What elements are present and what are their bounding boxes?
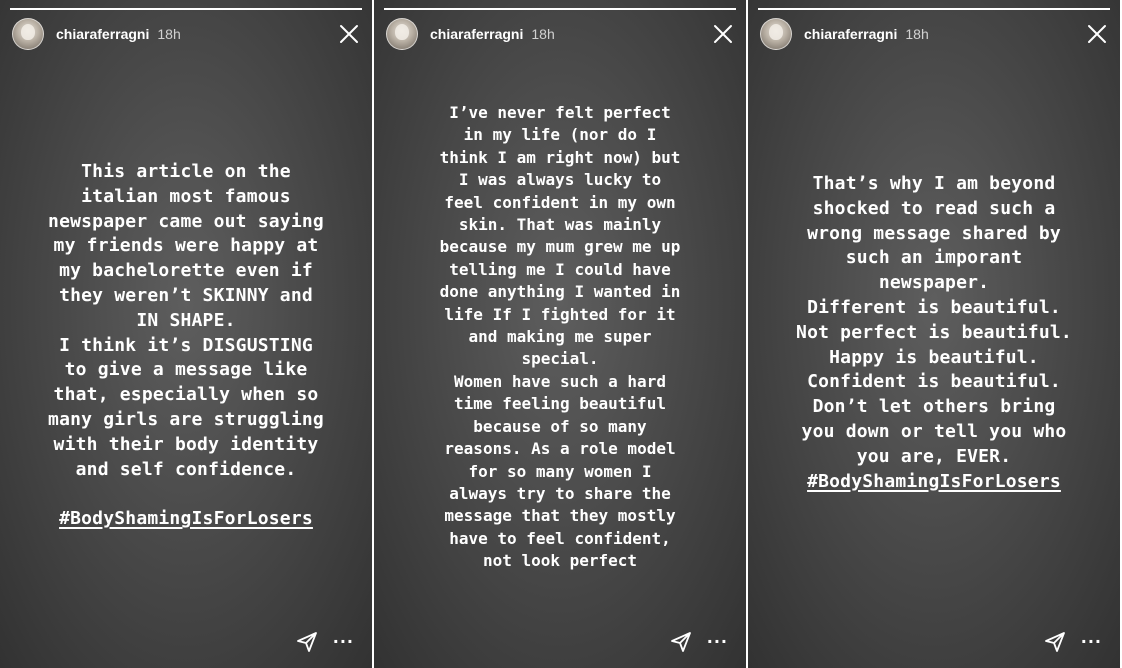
story-text-line: Don’t let others bring [812,396,1056,418]
more-options-icon[interactable]: ··· [707,634,728,650]
story-text-line: that, especially when so [53,384,319,406]
story-header: chiaraferragni 18h [760,16,1108,52]
story-text-line: shocked to read such a [812,197,1056,219]
story-text-line: IN SHAPE. [136,309,236,331]
story-text-line: have to feel confident, [449,528,671,548]
profile-avatar[interactable] [12,18,44,50]
story-text-line: life If I fighted for it [444,304,676,324]
story-timestamp: 18h [905,26,929,42]
story-progress-bar [384,8,736,10]
story-text-line: Different is beautiful. [807,296,1061,318]
story-text-line: my bachelorette even if [59,260,313,282]
story-text-line: with their body identity [53,433,319,455]
story-text-line: Not perfect is beautiful. [796,321,1072,343]
story-text-line: because my mum grew me up [439,237,681,257]
story-text: This article on the italian most famous … [0,160,372,532]
story-text-line: feel confident in my own [444,192,676,212]
story-panel-3[interactable]: chiaraferragni 18h That’s why I am beyon… [748,0,1120,668]
story-text-line: my friends were happy at [53,235,319,257]
story-progress-bar [10,8,362,10]
more-options-icon[interactable]: ··· [333,634,354,650]
profile-avatar[interactable] [760,18,792,50]
paper-plane-send-icon[interactable] [669,630,693,654]
story-text-line: and self confidence. [75,458,297,480]
story-text-line: I’ve never felt perfect [449,103,671,122]
story-text-line: newspaper came out saying [48,210,324,232]
story-username[interactable]: chiaraferragni [56,26,149,42]
story-timestamp: 18h [531,26,555,42]
story-footer: ··· [669,630,728,654]
story-text-line: telling me I could have [449,259,671,279]
story-text-line: time feeling beautiful [454,394,666,414]
close-icon[interactable] [338,23,360,45]
story-text-line: you are, EVER. [856,445,1012,467]
close-icon[interactable] [1086,23,1108,45]
story-username[interactable]: chiaraferragni [804,26,897,42]
story-text: That’s why I am beyond shocked to read s… [748,172,1120,494]
story-text-line: newspaper. [878,272,990,294]
story-text-line: skin. That was mainly [458,215,662,235]
story-text-line: because of so many [473,416,647,436]
story-text-line: special. [521,349,599,369]
hashtag-link[interactable]: #BodyShamingIsForLosers [748,470,1120,495]
story-text-line: Confident is beautiful. [807,371,1061,393]
story-text-line: That’s why I am beyond [812,173,1056,194]
profile-avatar[interactable] [386,18,418,50]
story-text-line: message that they mostly [444,506,676,526]
story-text-line: done anything I wanted in [439,282,681,302]
story-progress-bar [758,8,1110,10]
story-text-line: you down or tell you who [801,420,1067,442]
story-footer: ··· [1043,630,1102,654]
story-text-line: such an imporant [845,247,1023,269]
story-text-line: italian most famous [81,185,291,207]
story-text-line: Happy is beautiful. [829,346,1039,368]
story-header: chiaraferragni 18h [386,16,734,52]
more-options-icon[interactable]: ··· [1081,634,1102,650]
story-panel-2[interactable]: chiaraferragni 18h I’ve never felt perfe… [374,0,746,668]
story-text-line: many girls are struggling [48,408,324,430]
story-panel-1[interactable]: chiaraferragni 18h This article on the i… [0,0,372,668]
stories-strip: chiaraferragni 18h This article on the i… [0,0,1122,668]
story-username[interactable]: chiaraferragni [430,26,523,42]
story-text-line: they weren’t SKINNY and [59,284,313,306]
story-text-line: for so many women I [468,461,652,481]
story-text-line: and making me super [468,327,652,347]
story-text-line: Women have such a hard [454,371,666,391]
story-text-line: think I am right now) but [439,147,681,167]
story-text-line: in my life (nor do I [463,125,657,145]
story-timestamp: 18h [157,26,181,42]
story-text-line: wrong message shared by [807,222,1061,244]
story-text: I’ve never felt perfect in my life (nor … [374,102,746,573]
paper-plane-send-icon[interactable] [295,630,319,654]
story-text-line: I think it’s DISGUSTING [59,334,313,356]
story-footer: ··· [295,630,354,654]
close-icon[interactable] [712,23,734,45]
story-text-line: not look perfect [482,551,638,571]
paper-plane-send-icon[interactable] [1043,630,1067,654]
story-text-line: to give a message like [64,359,308,381]
story-text-line: I was always lucky to [458,170,662,190]
story-text-line: This article on the [81,161,291,182]
story-header: chiaraferragni 18h [12,16,360,52]
hashtag-link[interactable]: #BodyShamingIsForLosers [0,507,372,532]
story-text-line: reasons. As a role model [444,439,676,459]
story-text-line: always try to share the [449,483,671,503]
